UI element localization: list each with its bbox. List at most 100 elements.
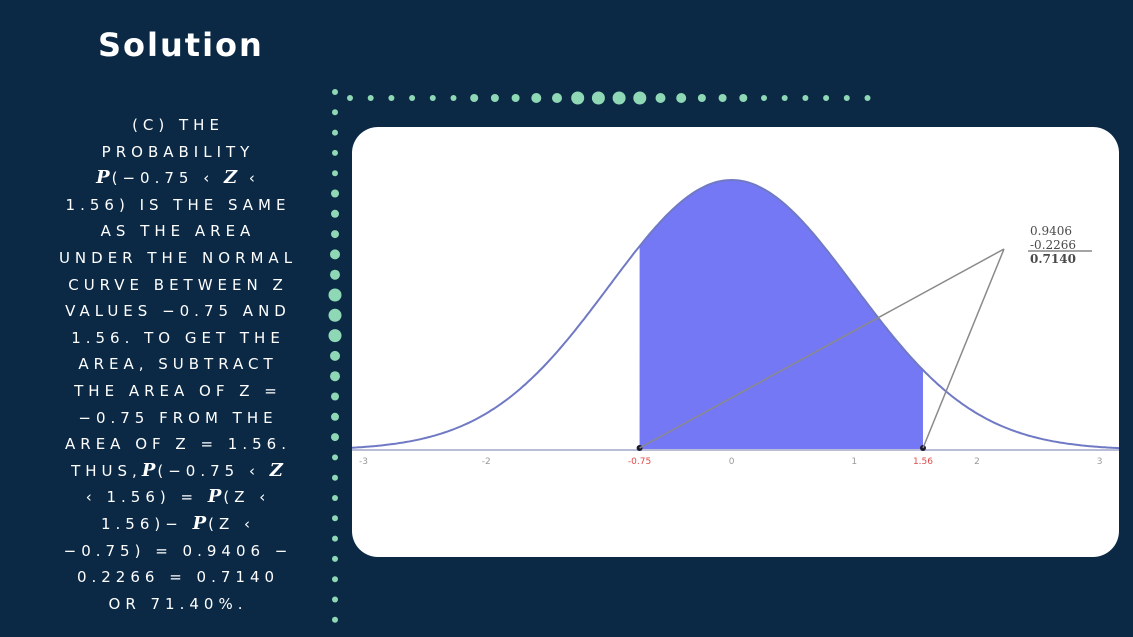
decor-dot xyxy=(823,95,830,101)
text-segment: or 71.40%. xyxy=(108,594,248,613)
decor-dot xyxy=(331,230,339,239)
tick-label: 0 xyxy=(729,457,735,467)
math-variable: Z xyxy=(223,167,240,189)
decor-dot xyxy=(409,95,416,101)
decor-dot xyxy=(739,94,748,102)
solution-line: −0.75) = 0.9406 − xyxy=(30,538,326,565)
text-segment: 1.56) is the same xyxy=(65,195,291,214)
math-variable: P xyxy=(207,486,224,508)
math-variable: P xyxy=(96,167,112,189)
decor-dot xyxy=(328,308,342,322)
text-segment: 0.2266 = 0.7140 xyxy=(76,568,280,587)
text-segment: (c) the xyxy=(132,116,224,134)
solution-line: 1.56)− P(Z ‹ xyxy=(30,511,326,538)
text-segment: 1.56)− xyxy=(100,514,193,533)
decor-dot xyxy=(781,95,788,101)
decor-dot xyxy=(388,95,395,101)
tick-label: 1 xyxy=(851,457,857,467)
shaded-area xyxy=(639,180,923,450)
dot-row-decoration xyxy=(347,91,871,105)
text-segment: (Z ‹ xyxy=(223,488,271,507)
text-segment: probability xyxy=(101,142,255,161)
decor-dot xyxy=(552,93,562,103)
decor-dot xyxy=(531,93,542,103)
text-segment: (−0.75 ‹ xyxy=(157,461,270,480)
decor-dot xyxy=(332,495,338,501)
decor-dot xyxy=(331,412,339,421)
text-segment: −0.75 from the xyxy=(78,408,278,427)
decor-dot xyxy=(330,249,340,260)
decor-dot xyxy=(367,95,374,101)
tick-label: -0.75 xyxy=(628,457,651,467)
decor-dot xyxy=(332,170,338,177)
solution-line: thus,P(−0.75 ‹ Z xyxy=(30,458,326,485)
decor-dot xyxy=(470,94,479,102)
text-segment: under the normal xyxy=(58,248,298,267)
decor-dot xyxy=(328,288,342,302)
text-segment: as the area xyxy=(100,222,256,241)
text-segment: values −0.75 and xyxy=(65,302,291,321)
solution-line: 1.56) is the same xyxy=(30,192,326,219)
tick-label: 3 xyxy=(1097,457,1103,467)
math-variable: P xyxy=(192,512,209,534)
decor-dot xyxy=(802,95,809,101)
normal-curve-svg: -3 -2 -0.75 0 1 1.56 2 3 0.9406-0.22660.7140 xyxy=(352,178,1119,467)
decor-dot xyxy=(490,94,499,102)
decor-dot xyxy=(332,515,338,522)
decor-dot xyxy=(332,129,338,136)
math-variable: P xyxy=(141,459,158,481)
normal-curve-figure: -3 -2 -0.75 0 1 1.56 2 3 0.9406 -0.2266 0.7140 xyxy=(352,127,1119,557)
decor-dot xyxy=(332,576,338,583)
calc-value: 0.9406 xyxy=(1030,224,1072,238)
decor-dot xyxy=(328,329,342,343)
tick-label: -2 xyxy=(482,457,491,467)
solution-line: or 71.40%. xyxy=(30,591,326,618)
calc-value: -0.2266 xyxy=(1030,238,1076,252)
text-segment: (Z ‹ xyxy=(208,514,256,533)
text-segment: −0.75) = 0.9406 − xyxy=(63,541,293,560)
calc-value: 0.7140 xyxy=(1030,252,1076,266)
decor-dot xyxy=(511,94,520,102)
text-segment: area of z = 1.56. xyxy=(65,435,291,454)
dot-column-decoration xyxy=(328,89,342,623)
pointer-line xyxy=(922,248,1005,449)
decor-dot xyxy=(347,95,353,101)
decor-dot xyxy=(331,433,339,442)
decor-dot xyxy=(332,149,338,156)
decor-dot xyxy=(450,95,457,101)
solution-line: as the area xyxy=(30,218,326,245)
tick-label: 2 xyxy=(974,457,980,467)
decor-dot xyxy=(332,535,338,542)
solution-line: probability xyxy=(30,139,326,166)
solution-line: area, subtract xyxy=(30,351,326,378)
decor-dot xyxy=(331,189,339,198)
decor-dot xyxy=(591,91,605,105)
solution-line: ‹ 1.56) = P(Z ‹ xyxy=(30,484,326,511)
solution-line: 1.56. to get the xyxy=(30,325,326,352)
decor-dot xyxy=(571,91,585,105)
decor-dot xyxy=(330,371,340,382)
decor-dot xyxy=(332,596,338,603)
text-segment: area, subtract xyxy=(78,355,278,374)
decor-dot xyxy=(864,95,871,101)
solution-line: (c) the xyxy=(30,112,326,139)
decor-dot xyxy=(330,350,340,361)
text-segment: (−0.75 ‹ xyxy=(111,169,224,188)
math-variable: Z xyxy=(269,459,285,481)
decor-dot xyxy=(676,93,687,103)
solution-line: P(−0.75 ‹ Z ‹ xyxy=(30,165,326,192)
decor-dot xyxy=(332,555,338,562)
decor-dot xyxy=(332,89,338,95)
decor-dot xyxy=(429,95,436,101)
decor-dot xyxy=(697,94,706,102)
text-segment: curve between z xyxy=(68,275,288,294)
decor-dot xyxy=(655,93,666,103)
solution-line: 0.2266 = 0.7140 xyxy=(30,564,326,591)
decor-dot xyxy=(332,454,338,461)
text-segment: ‹ 1.56) = xyxy=(85,488,208,507)
decor-dot xyxy=(761,95,767,101)
decor-dot xyxy=(332,474,338,481)
decor-dot xyxy=(633,91,647,105)
tick-label: -3 xyxy=(359,457,368,467)
decor-dot xyxy=(332,616,338,623)
